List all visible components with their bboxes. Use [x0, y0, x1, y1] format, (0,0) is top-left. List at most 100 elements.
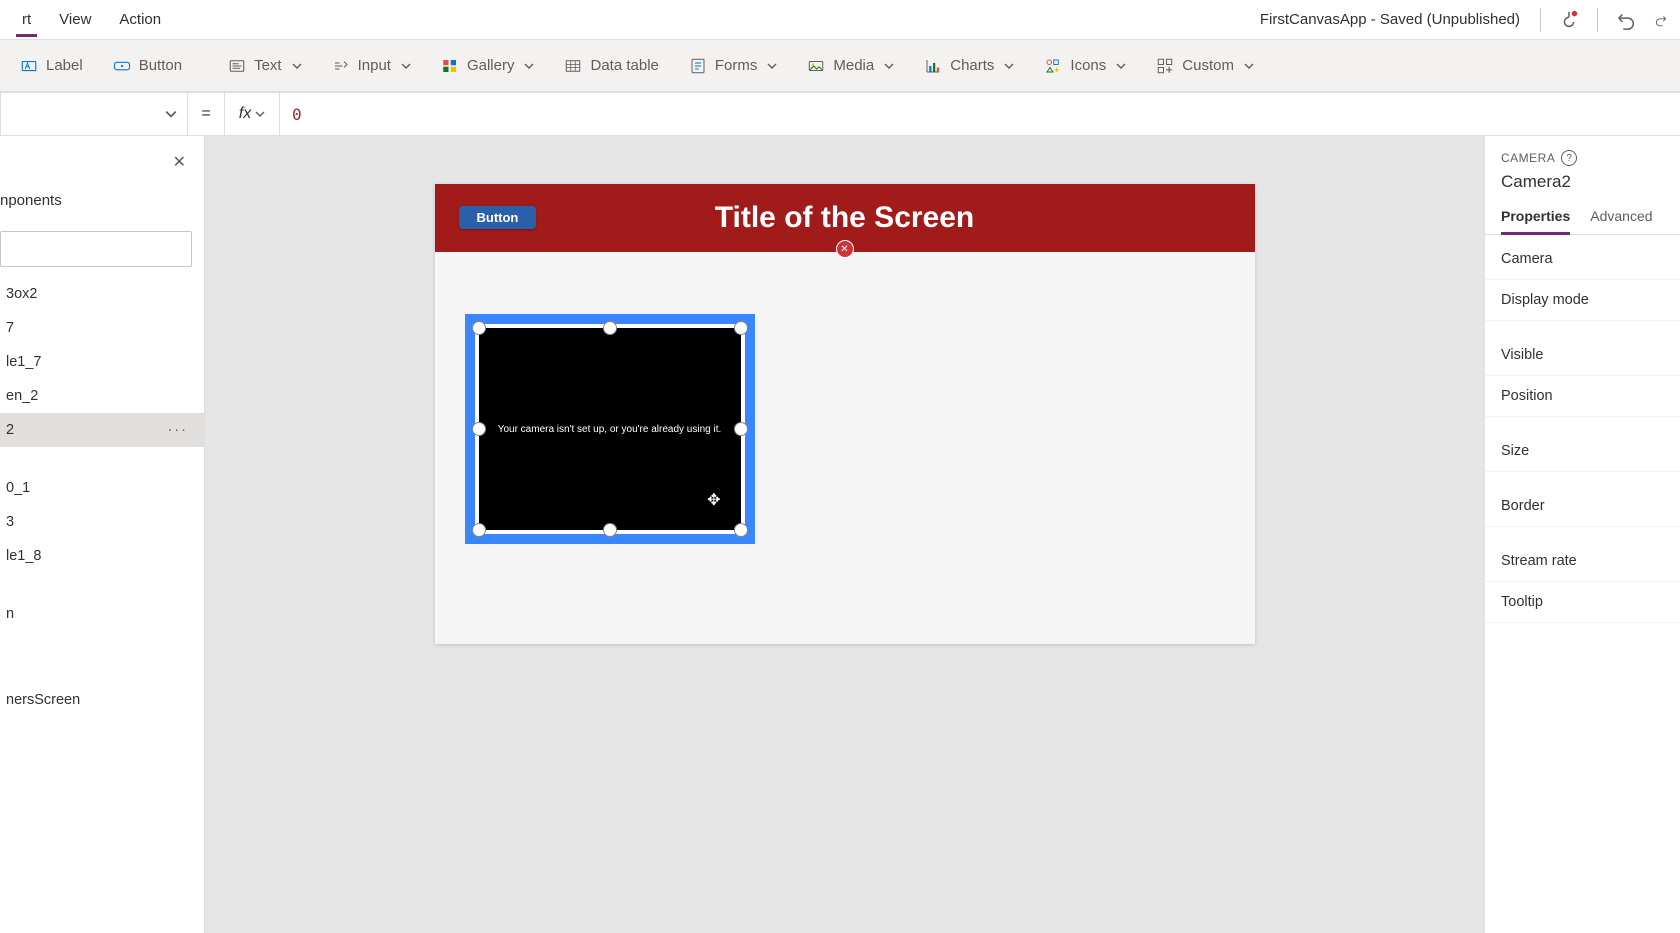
ribbon-text[interactable]: Text [216, 51, 314, 81]
search-input[interactable] [0, 231, 192, 267]
resize-handle[interactable] [472, 422, 486, 436]
prop-stream-rate[interactable]: Stream rate [1485, 541, 1680, 582]
tree-view-panel: ✕ nponents 3ox2 7 le1_7 en_2 2 ··· 0_1 3… [0, 136, 205, 933]
redo-icon[interactable] [1654, 4, 1668, 36]
resize-handle[interactable] [734, 321, 748, 335]
camera-control-selected[interactable]: Your camera isn't set up, or you're alre… [465, 314, 755, 544]
forms-icon [689, 57, 707, 75]
menu-view[interactable]: View [45, 3, 105, 36]
ribbon-charts[interactable]: Charts [912, 51, 1026, 81]
resize-handle[interactable] [734, 422, 748, 436]
resize-handle[interactable] [472, 321, 486, 335]
menu-insert[interactable]: rt [8, 3, 45, 36]
resize-handle[interactable] [472, 523, 486, 537]
ribbon-forms-label: Forms [715, 57, 758, 74]
tree-item[interactable]: le1_8 [0, 539, 204, 573]
ribbon-button[interactable]: Button [101, 51, 194, 81]
menu-action[interactable]: Action [105, 3, 175, 36]
equals-label: = [188, 105, 224, 123]
camera-message: Your camera isn't set up, or you're alre… [498, 424, 722, 435]
chevron-down-icon [884, 61, 894, 71]
icons-icon [1044, 57, 1062, 75]
custom-icon [1156, 57, 1174, 75]
ribbon-icons-label: Icons [1070, 57, 1106, 74]
gallery-icon [441, 57, 459, 75]
ribbon-datatable[interactable]: Data table [552, 51, 670, 81]
chevron-down-icon [524, 61, 534, 71]
ribbon-datatable-label: Data table [590, 57, 658, 74]
text-icon [228, 57, 246, 75]
help-icon[interactable]: ? [1561, 150, 1577, 166]
menu-left: rt View Action [8, 3, 175, 36]
tree-list: 3ox2 7 le1_7 en_2 2 ··· 0_1 3 le1_8 n ne… [0, 277, 204, 933]
canvas-title: Title of the Screen [435, 201, 1255, 235]
components-tab[interactable]: nponents [0, 192, 204, 217]
chevron-down-icon [1244, 61, 1254, 71]
ribbon-input[interactable]: Input [320, 51, 423, 81]
ribbon-custom[interactable]: Custom [1144, 51, 1266, 81]
chevron-down-icon [1004, 61, 1014, 71]
tree-item[interactable]: 7 [0, 311, 204, 345]
tree-item[interactable]: 3ox2 [0, 277, 204, 311]
prop-position[interactable]: Position [1485, 376, 1680, 417]
app-checker-icon[interactable] [1553, 4, 1585, 36]
prop-border[interactable]: Border [1485, 486, 1680, 527]
ribbon-media[interactable]: Media [795, 51, 906, 81]
tree-item[interactable]: nersScreen [0, 683, 204, 717]
close-icon[interactable]: ✕ [169, 148, 190, 176]
tab-properties[interactable]: Properties [1501, 208, 1570, 234]
ribbon-input-label: Input [358, 57, 391, 74]
fx-button[interactable]: fx [224, 93, 280, 135]
ribbon-label-text: Label [46, 57, 83, 74]
tree-item[interactable]: n [0, 597, 204, 631]
tree-item[interactable]: en_2 [0, 379, 204, 413]
ribbon-label[interactable]: Label [8, 51, 95, 81]
divider [1540, 8, 1541, 32]
chevron-down-icon [255, 109, 265, 119]
ribbon-icons[interactable]: Icons [1032, 51, 1138, 81]
canvas-area[interactable]: Button Title of the Screen ✕ Your camera… [205, 136, 1484, 933]
resize-handle[interactable] [603, 523, 617, 537]
chevron-down-icon [401, 61, 411, 71]
prop-size[interactable]: Size [1485, 431, 1680, 472]
input-icon [332, 57, 350, 75]
tree-item-selected[interactable]: 2 ··· [0, 413, 204, 447]
ribbon-gallery[interactable]: Gallery [429, 51, 547, 81]
prop-tooltip[interactable]: Tooltip [1485, 582, 1680, 623]
formula-input[interactable] [280, 93, 1680, 135]
resize-handle[interactable] [603, 321, 617, 335]
tab-advanced[interactable]: Advanced [1590, 208, 1652, 234]
app-header: Button Title of the Screen ✕ [435, 184, 1255, 252]
ribbon-gallery-label: Gallery [467, 57, 515, 74]
control-name[interactable]: Camera2 [1501, 172, 1664, 192]
ribbon-button-text: Button [139, 57, 182, 74]
move-cursor-icon: ✥ [707, 490, 720, 510]
ribbon: Label Button Text Input Gallery Data tab… [0, 40, 1680, 92]
menu-right: FirstCanvasApp - Saved (Unpublished) [1260, 4, 1672, 36]
menu-bar: rt View Action FirstCanvasApp - Saved (U… [0, 0, 1680, 40]
divider [1597, 8, 1598, 32]
tree-item[interactable]: 0_1 [0, 471, 204, 505]
doc-title: FirstCanvasApp - Saved (Unpublished) [1260, 11, 1520, 28]
button-icon [113, 57, 131, 75]
tree-item[interactable]: le1_7 [0, 345, 204, 379]
ribbon-custom-label: Custom [1182, 57, 1234, 74]
prop-camera[interactable]: Camera [1485, 239, 1680, 280]
chevron-down-icon [1116, 61, 1126, 71]
charts-icon [924, 57, 942, 75]
resize-handle[interactable] [734, 523, 748, 537]
tree-item[interactable]: 3 [0, 505, 204, 539]
app-canvas[interactable]: Button Title of the Screen ✕ Your camera… [435, 184, 1255, 644]
undo-icon[interactable] [1610, 4, 1642, 36]
camera-preview: Your camera isn't set up, or you're alre… [479, 328, 741, 530]
prop-visible[interactable]: Visible [1485, 335, 1680, 376]
control-type-label: CAMERA ? [1501, 150, 1664, 166]
error-badge-icon[interactable]: ✕ [836, 240, 854, 258]
fx-label: fx [239, 105, 251, 123]
property-selector[interactable] [0, 93, 188, 135]
ribbon-forms[interactable]: Forms [677, 51, 790, 81]
more-icon[interactable]: ··· [168, 422, 197, 438]
prop-display-mode[interactable]: Display mode [1485, 280, 1680, 321]
media-icon [807, 57, 825, 75]
main: ✕ nponents 3ox2 7 le1_7 en_2 2 ··· 0_1 3… [0, 136, 1680, 933]
